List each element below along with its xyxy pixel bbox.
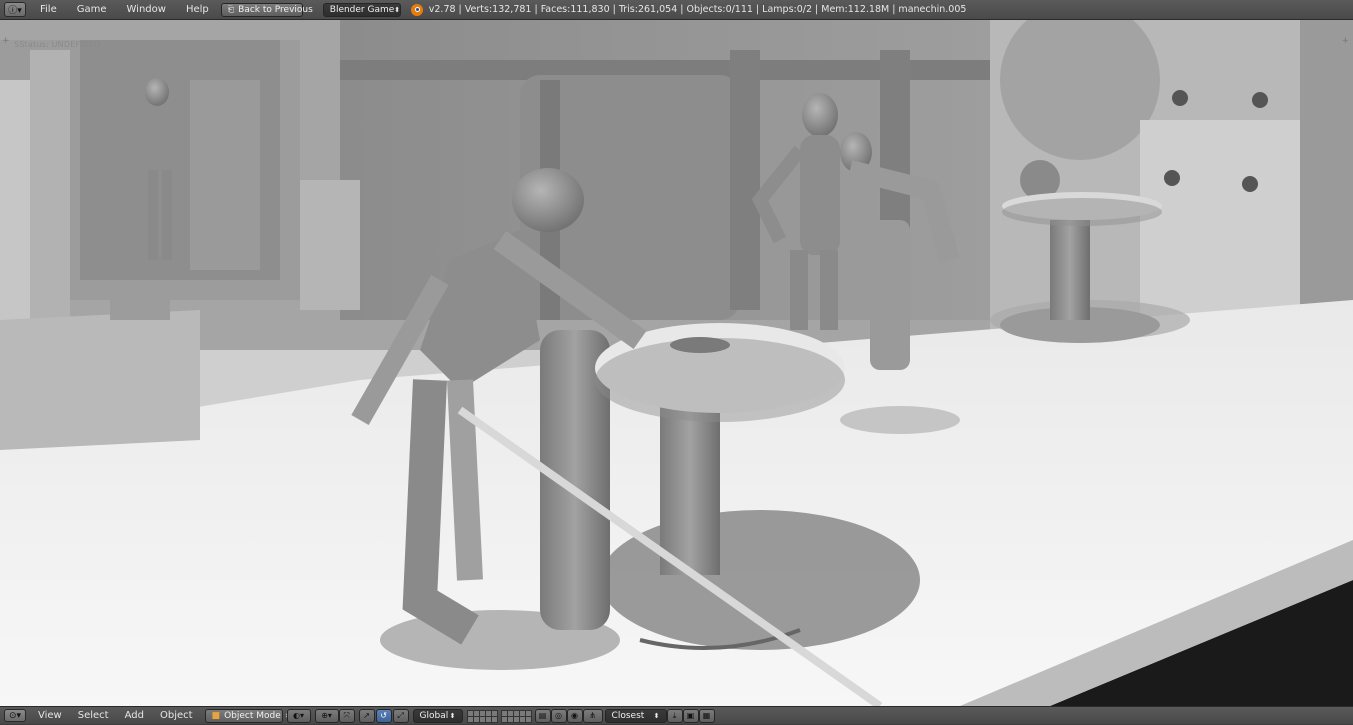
info-header: ⓘ▾ File Game Window Help ⎗ Back to Previ… (0, 0, 1353, 20)
layers-icon: ▤ (538, 711, 547, 720)
rotate-manipulator[interactable]: ↺ (375, 708, 392, 723)
menu-object[interactable]: Object (152, 707, 201, 725)
menu-window[interactable]: Window (117, 0, 176, 20)
select-arrows-icon-orient: ⬍ (449, 711, 456, 720)
snap-toggle[interactable]: ⋔ (582, 708, 603, 723)
film-icon: ▦ (702, 711, 711, 720)
area-split-left-icon[interactable]: + (2, 36, 10, 46)
viewport-shading-button[interactable]: ◐▾ (286, 708, 311, 723)
3d-viewport[interactable]: SStatus: UNDEFINED + + (0, 20, 1353, 706)
scene-layers-1[interactable] (466, 709, 498, 723)
align-icon: ⤓ (672, 710, 677, 720)
info-icon: ⓘ▾ (8, 6, 22, 16)
proportional-edit-button[interactable]: ◉ (566, 708, 583, 723)
table-pedestal (660, 405, 720, 575)
mode-select-value: Object Mode (224, 710, 281, 721)
proportional-icon: ◉ (571, 711, 579, 720)
render-layer-button[interactable]: ◎ (550, 708, 567, 723)
translate-icon: ↗ (363, 711, 370, 720)
render-icon: ◎ (555, 711, 563, 720)
viewport-scene (0, 20, 1353, 706)
translate-manipulator[interactable]: ↗ (358, 708, 375, 723)
manipulator-icon: ⤧ (343, 710, 350, 720)
mode-select[interactable]: ■ Object Mode ⬍ (204, 708, 291, 723)
pivot-icon: ⊕▾ (321, 711, 332, 720)
manipulator-toggle[interactable]: ⤧ (338, 708, 355, 723)
rotate-icon: ↺ (380, 711, 387, 720)
scene-layers-2[interactable] (500, 709, 532, 723)
3d-view-header: ⊙▾ View Select Add Object ■ Object Mode … (0, 706, 1353, 724)
orientation-value: Global (419, 710, 449, 721)
back-arrow-icon: ⎗ (227, 4, 235, 14)
snap-target-value: Closest (611, 710, 645, 721)
object-mode-cube-icon: ■ (211, 710, 221, 721)
transform-orientation-select[interactable]: Global ⬍ (412, 708, 463, 723)
back-to-previous-label: Back to Previous (238, 4, 313, 15)
scale-icon: ⤢ (397, 710, 404, 720)
area-split-right-icon[interactable]: + (1341, 36, 1349, 46)
pivot-point-button[interactable]: ⊕▾ (314, 708, 339, 723)
shading-sphere-icon: ◐▾ (293, 711, 305, 720)
render-animation-button[interactable]: ▦ (698, 708, 715, 723)
menu-file[interactable]: File (30, 0, 67, 20)
editor-type-button-bottom[interactable]: ⊙▾ (4, 709, 26, 722)
snap-align-button[interactable]: ⤓ (666, 708, 683, 723)
table-shadow (600, 510, 920, 650)
engine-select[interactable]: Blender Game ⬍ (322, 2, 401, 17)
layer-lock-button[interactable]: ▤ (534, 708, 551, 723)
menu-add[interactable]: Add (117, 707, 152, 725)
menu-select[interactable]: Select (70, 707, 117, 725)
render-still-button[interactable]: ▣ (682, 708, 699, 723)
camera-icon: ▣ (686, 711, 695, 720)
mannequin-middle-1 (802, 93, 838, 137)
editor-type-button[interactable]: ⓘ▾ (4, 2, 26, 17)
select-arrows-icon-snap: ⬍ (653, 711, 660, 720)
scale-manipulator[interactable]: ⤢ (392, 708, 409, 723)
engine-select-value: Blender Game (329, 4, 395, 15)
mannequin-front-head (512, 168, 584, 232)
menu-game[interactable]: Game (67, 0, 117, 20)
scene-stats: v2.78 | Verts:132,781 | Faces:111,830 | … (410, 3, 967, 16)
menu-help[interactable]: Help (176, 0, 219, 20)
magnet-icon: ⋔ (589, 711, 596, 720)
viewport-status-text: SStatus: UNDEFINED (14, 40, 101, 49)
select-arrows-icon: ⬍ (394, 5, 401, 14)
3d-view-icon: ⊙▾ (8, 710, 22, 721)
snap-target-select[interactable]: Closest ⬍ (604, 708, 667, 723)
back-to-previous-button[interactable]: ⎗ Back to Previous (220, 2, 313, 17)
stats-text: v2.78 | Verts:132,781 | Faces:111,830 | … (428, 4, 967, 15)
menu-view[interactable]: View (30, 707, 70, 725)
wall-rib-1 (730, 50, 760, 310)
blender-logo-icon (410, 3, 423, 16)
mannequin-background (145, 78, 169, 106)
